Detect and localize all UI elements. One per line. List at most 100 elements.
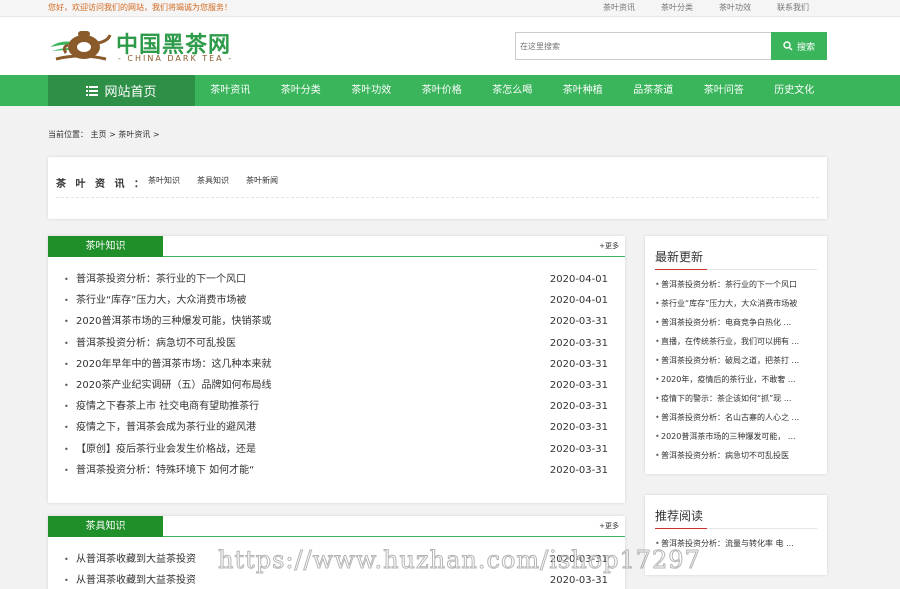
latest-item[interactable]: 2020普洱茶市场的三种爆发可能， ... <box>655 427 817 446</box>
article-item[interactable]: 疫情之下，普洱茶会成为茶行业的避风港 2020-03-31 <box>64 417 608 438</box>
article-title[interactable]: 从普洱茶收藏到大益茶投资 <box>76 554 196 565</box>
teaware-knowledge-panel: 茶具知识 +更多 从普洱茶收藏到大益茶投资 2020-03-31 从普洱茶收藏到大… <box>48 516 625 589</box>
article-title[interactable]: 普洱茶投资分析：病急切不可乱投医 <box>76 338 236 349</box>
article-date: 2020-03-31 <box>549 316 608 328</box>
article-date: 2020-03-31 <box>549 443 608 455</box>
article-title[interactable]: 从普洱茶收藏到大益茶投资 <box>76 575 196 586</box>
nav-item-how-to-drink[interactable]: 茶怎么喝 <box>477 75 548 106</box>
article-date: 2020-03-31 <box>549 575 608 587</box>
title-underline <box>655 528 707 529</box>
latest-item[interactable]: 疫情下的警示：茶企该如何“抓”现 ... <box>655 389 817 408</box>
article-date: 2020-03-31 <box>549 379 608 391</box>
recommended-title: 推荐阅读 <box>655 495 817 529</box>
nav-item-tea-qa[interactable]: 茶叶问答 <box>689 75 760 106</box>
article-date: 2020-03-31 <box>549 554 608 565</box>
article-title[interactable]: 疫情之下春茶上市 社交电商有望助推茶行 <box>76 401 259 412</box>
top-link-tea-category[interactable]: 茶叶分类 <box>648 2 706 13</box>
nav-item-history[interactable]: 历史文化 <box>759 75 830 106</box>
menu-icon <box>86 85 99 96</box>
top-link-tea-effect[interactable]: 茶叶功效 <box>706 2 764 13</box>
divider <box>56 197 819 198</box>
article-title[interactable]: 2020茶产业纪实调研（五）品牌如何布局线 <box>76 380 271 391</box>
latest-updates-title: 最新更新 <box>655 236 817 270</box>
article-title[interactable]: 普洱茶投资分析：特殊环境下 如何才能“ <box>76 465 254 476</box>
nav-item-tea-category[interactable]: 茶叶分类 <box>266 75 337 106</box>
article-item[interactable]: 2020年早年中的普洱茶市场：这几种本来就 2020-03-31 <box>64 354 608 375</box>
article-title[interactable]: 【原创】疫后茶行业会发生价格战，还是 <box>76 444 256 455</box>
article-item[interactable]: 从普洱茶收藏到大益茶投资 2020-03-31 <box>64 570 608 589</box>
latest-item[interactable]: 茶行业“库存”压力大，大众消费市场被 <box>655 294 817 313</box>
article-title[interactable]: 疫情之下，普洱茶会成为茶行业的避风港 <box>76 422 256 433</box>
more-link[interactable]: +更多 <box>599 521 619 531</box>
latest-item[interactable]: 普洱茶投资分析：病急切不可乱投医 <box>655 446 817 465</box>
category-link-tea-knowledge[interactable]: 茶叶知识 <box>148 175 180 186</box>
article-date: 2020-03-31 <box>549 358 608 370</box>
top-bar: 您好，欢迎访问我们的网站，我们将竭诚为您服务！ 茶叶资讯 茶叶分类 茶叶功效 联… <box>0 0 900 17</box>
tea-knowledge-panel: 茶叶知识 +更多 普洱茶投资分析：茶行业的下一个风口 2020-04-01 茶行业… <box>48 236 625 503</box>
article-item[interactable]: 【原创】疫后茶行业会发生价格战，还是 2020-03-31 <box>64 439 608 460</box>
recommended-title-text: 推荐阅读 <box>655 509 704 523</box>
article-title[interactable]: 普洱茶投资分析：茶行业的下一个风口 <box>76 274 246 285</box>
latest-item[interactable]: 普洱茶投资分析：破局之道，把茶打 ... <box>655 351 817 370</box>
recommended-box: 推荐阅读 普洱茶投资分析：流量与转化率 电 ... <box>645 495 827 575</box>
panel-title[interactable]: 茶具知识 <box>48 516 163 537</box>
article-title[interactable]: 2020普洱茶市场的三种爆发可能，快销茶或 <box>76 316 271 327</box>
article-item[interactable]: 茶行业“库存”压力大，大众消费市场被 2020-04-01 <box>64 290 608 311</box>
latest-item[interactable]: 普洱茶投资分析：电商竞争白热化 ... <box>655 313 817 332</box>
recommended-list: 普洱茶投资分析：流量与转化率 电 ... <box>655 529 817 553</box>
more-link[interactable]: +更多 <box>599 241 619 251</box>
article-item[interactable]: 从普洱茶收藏到大益茶投资 2020-03-31 <box>64 549 608 570</box>
logo-subtitle: - CHINA DARK TEA - <box>118 54 234 63</box>
latest-updates-box: 最新更新 普洱茶投资分析：茶行业的下一个风口 茶行业“库存”压力大，大众消费市场… <box>645 236 827 474</box>
breadcrumb[interactable]: 当前位置： 主页 > 茶叶资讯 > <box>48 129 160 140</box>
article-date: 2020-04-01 <box>549 274 608 285</box>
article-item[interactable]: 普洱茶投资分析：特殊环境下 如何才能“ 2020-03-31 <box>64 460 608 481</box>
search-button-label: 搜索 <box>796 42 815 53</box>
category-box: 茶 叶 资 讯 ： 茶叶知识 茶具知识 茶叶新闻 <box>48 157 827 219</box>
top-link-tea-news[interactable]: 茶叶资讯 <box>590 2 648 13</box>
nav-item-tea-news[interactable]: 茶叶资讯 <box>195 75 266 106</box>
latest-list: 普洱茶投资分析：茶行业的下一个风口 茶行业“库存”压力大，大众消费市场被 普洱茶… <box>655 270 817 465</box>
search-bar: 搜索 <box>515 32 827 60</box>
latest-item[interactable]: 普洱茶投资分析：名山古寨的人心之 ... <box>655 408 817 427</box>
article-date: 2020-03-31 <box>549 422 608 434</box>
category-links: 茶叶知识 茶具知识 茶叶新闻 <box>148 175 278 186</box>
nav-home-label: 网站首页 <box>104 85 157 100</box>
article-item[interactable]: 疫情之下春茶上市 社交电商有望助推茶行 2020-03-31 <box>64 396 608 417</box>
article-list: 普洱茶投资分析：茶行业的下一个风口 2020-04-01 茶行业“库存”压力大，大… <box>48 257 625 481</box>
article-date: 2020-03-31 <box>549 464 608 476</box>
article-title[interactable]: 茶行业“库存”压力大，大众消费市场被 <box>76 295 246 306</box>
nav-home[interactable]: 网站首页 <box>48 75 195 106</box>
latest-item[interactable]: 普洱茶投资分析：茶行业的下一个风口 <box>655 275 817 294</box>
article-item[interactable]: 2020普洱茶市场的三种爆发可能，快销茶或 2020-03-31 <box>64 311 608 332</box>
latest-updates-title-text: 最新更新 <box>655 250 704 264</box>
article-item[interactable]: 普洱茶投资分析：病急切不可乱投医 2020-03-31 <box>64 333 608 354</box>
search-button[interactable]: 搜索 <box>771 32 827 60</box>
panel-title[interactable]: 茶叶知识 <box>48 236 163 257</box>
article-item[interactable]: 2020茶产业纪实调研（五）品牌如何布局线 2020-03-31 <box>64 375 608 396</box>
article-date: 2020-03-31 <box>549 337 608 349</box>
site-logo[interactable]: 中国黑茶网 - CHINA DARK TEA - <box>48 23 248 69</box>
category-label: 茶 叶 资 讯 ： <box>56 179 147 190</box>
article-title[interactable]: 2020年早年中的普洱茶市场：这几种本来就 <box>76 359 271 370</box>
article-date: 2020-03-31 <box>549 401 608 413</box>
category-link-teaware-knowledge[interactable]: 茶具知识 <box>197 175 229 186</box>
nav-item-tea-effect[interactable]: 茶叶功效 <box>336 75 407 106</box>
article-list: 从普洱茶收藏到大益茶投资 2020-03-31 从普洱茶收藏到大益茶投资 2020-… <box>48 537 625 589</box>
top-link-contact[interactable]: 联系我们 <box>764 2 822 13</box>
nav-item-tea-price[interactable]: 茶叶价格 <box>407 75 478 106</box>
latest-item[interactable]: 2020年，疫情后的茶行业，不敢奢 ... <box>655 370 817 389</box>
recommended-item[interactable]: 普洱茶投资分析：流量与转化率 电 ... <box>655 534 817 553</box>
search-input[interactable] <box>515 32 771 60</box>
nav-item-tea-planting[interactable]: 茶叶种植 <box>548 75 619 106</box>
latest-item[interactable]: 直播，在传统茶行业，我们可以拥有 ... <box>655 332 817 351</box>
title-underline <box>655 269 707 270</box>
teapot-logo-icon <box>50 31 112 61</box>
nav-items: 茶叶资讯 茶叶分类 茶叶功效 茶叶价格 茶怎么喝 茶叶种植 品茶茶道 茶叶问答 … <box>195 75 830 106</box>
panel-header: 茶叶知识 +更多 <box>48 236 625 257</box>
category-link-tea-news[interactable]: 茶叶新闻 <box>246 175 278 186</box>
nav-item-tea-ceremony[interactable]: 品茶茶道 <box>618 75 689 106</box>
article-date: 2020-04-01 <box>549 295 608 307</box>
panel-header: 茶具知识 +更多 <box>48 516 625 537</box>
article-item[interactable]: 普洱茶投资分析：茶行业的下一个风口 2020-04-01 <box>64 269 608 290</box>
